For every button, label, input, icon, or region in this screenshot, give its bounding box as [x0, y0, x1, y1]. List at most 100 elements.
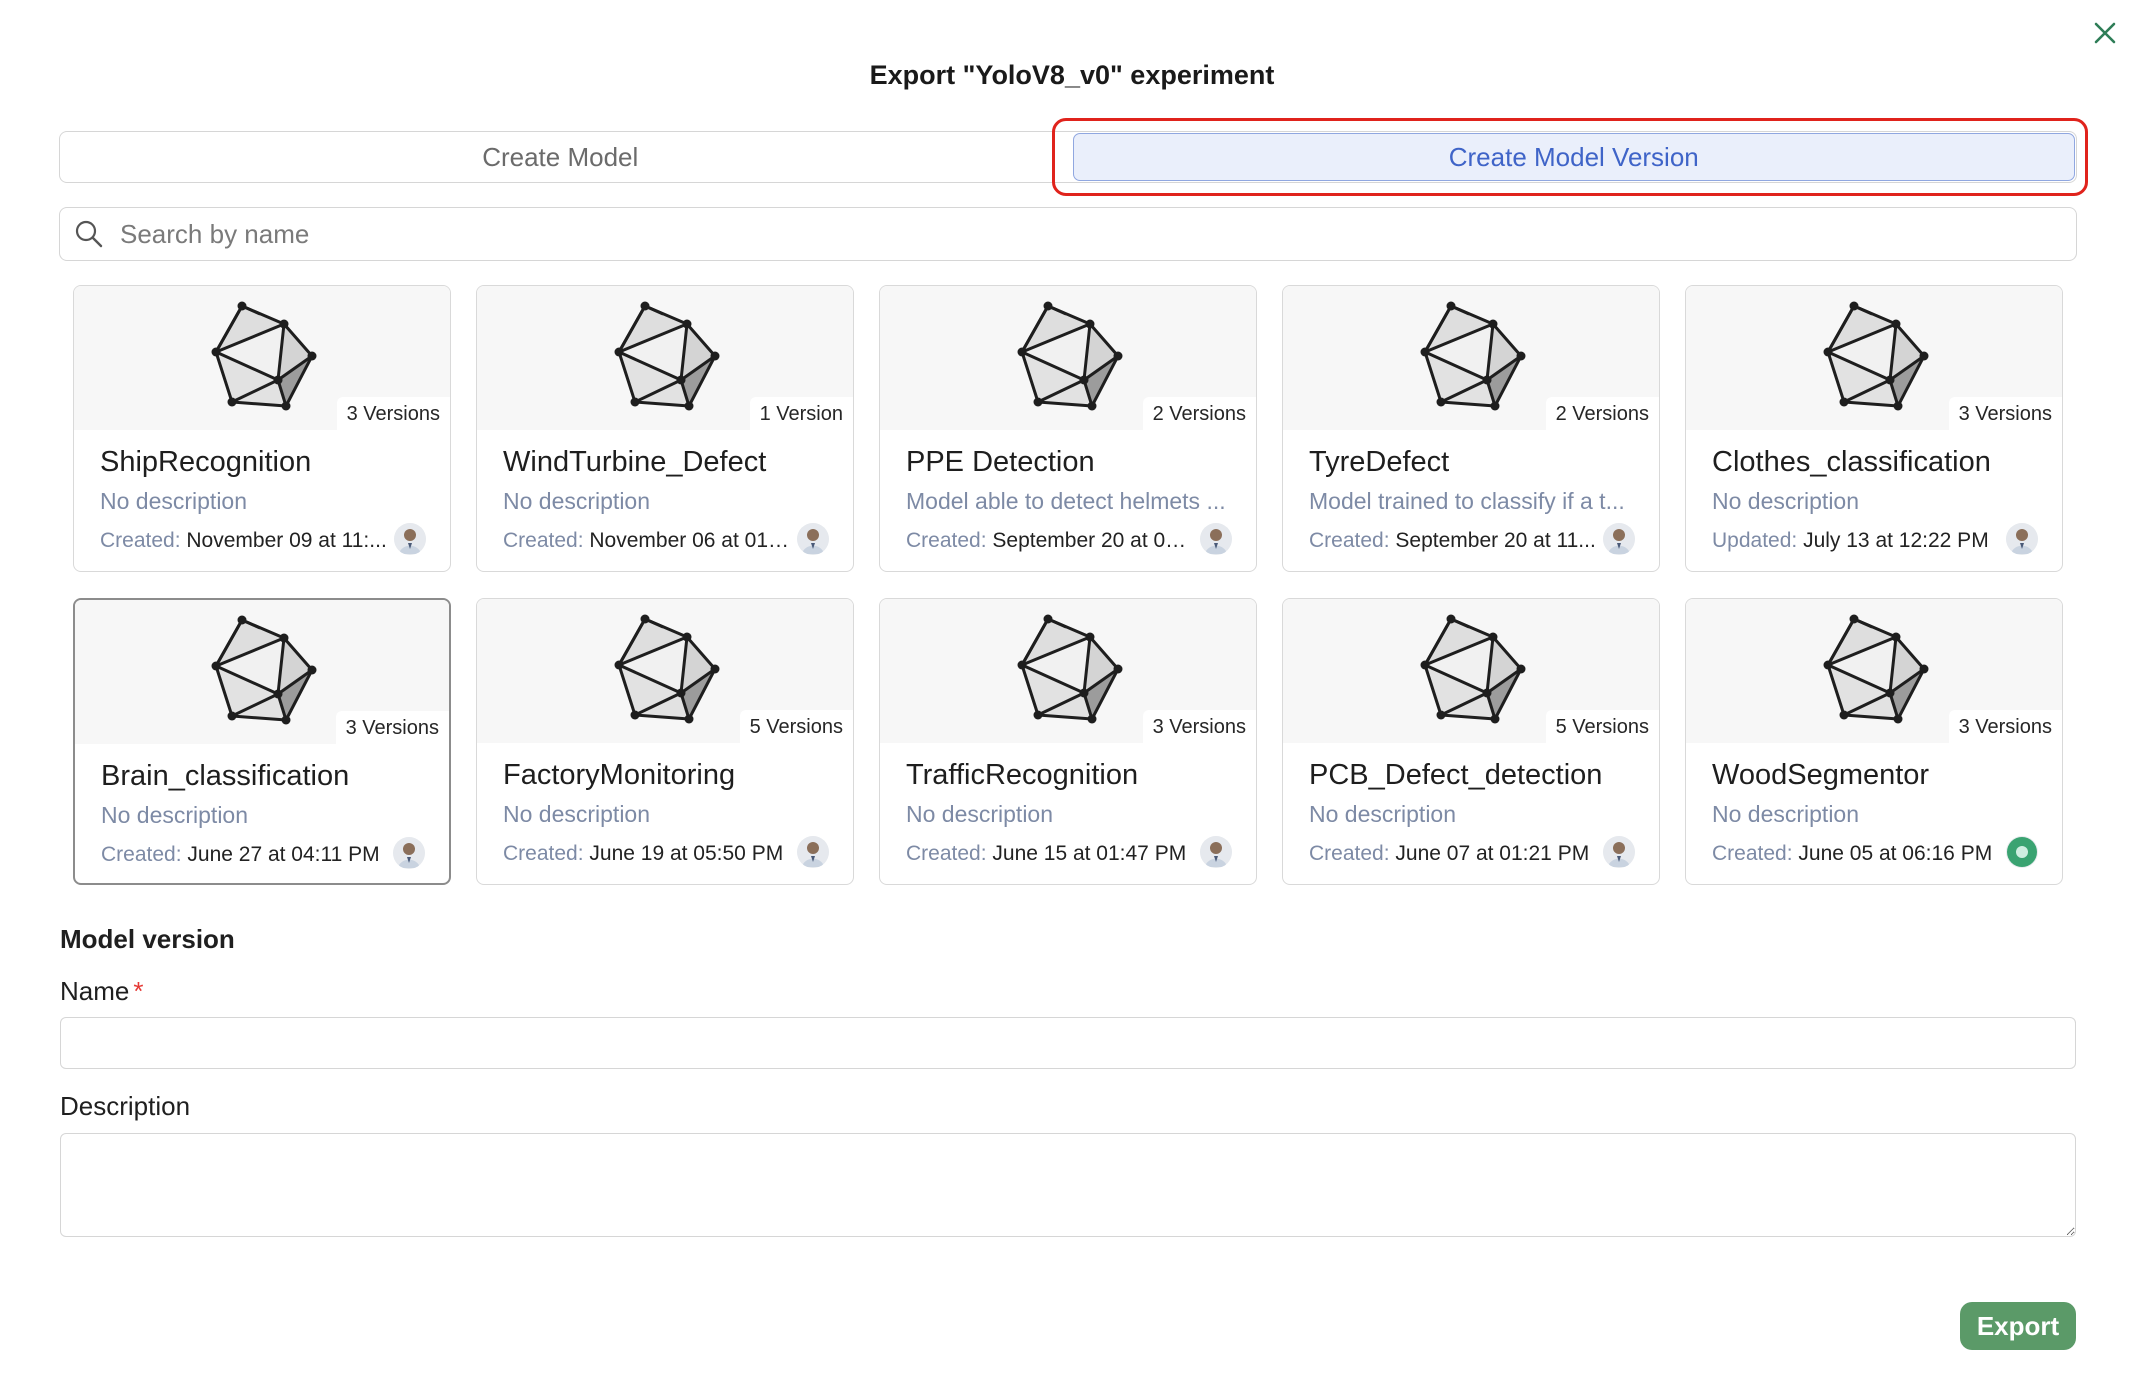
version-count-badge: 2 Versions: [1545, 397, 1659, 430]
model-date: Created: September 20 at 11...: [1309, 529, 1596, 553]
model-polyhedron-icon: [211, 615, 317, 725]
user-avatar-icon: [1603, 836, 1635, 868]
card-thumbnail: 3 Versions: [74, 286, 450, 430]
date-prefix: Created:: [100, 529, 181, 552]
close-button[interactable]: [2090, 18, 2120, 48]
model-date: Created: June 05 at 06:16 PM: [1712, 842, 1992, 866]
model-date: Created: November 09 at 11:...: [100, 529, 387, 553]
card-thumbnail: 3 Versions: [1686, 599, 2062, 743]
model-polyhedron-icon: [1420, 301, 1526, 411]
date-prefix: Created:: [1309, 842, 1390, 865]
model-description: No description: [1712, 488, 1860, 514]
date-value: June 07 at 01:21 PM: [1395, 842, 1590, 865]
model-card[interactable]: 3 Versions Clothes_classification No des…: [1685, 285, 2063, 572]
date-prefix: Created:: [1712, 842, 1793, 865]
model-date: Created: June 15 at 01:47 PM: [906, 842, 1186, 866]
model-description: Model trained to classify if a t...: [1309, 488, 1625, 514]
model-polyhedron-icon: [614, 301, 720, 411]
model-description: No description: [503, 488, 651, 514]
name-label-text: Name: [60, 976, 130, 1006]
version-count-badge: 3 Versions: [1142, 710, 1256, 743]
model-description: No description: [1309, 801, 1457, 827]
model-description: Model able to detect helmets ...: [906, 488, 1226, 514]
model-card[interactable]: 5 Versions PCB_Defect_detection No descr…: [1282, 598, 1660, 885]
user-avatar-icon: [1603, 523, 1635, 555]
date-value: September 20 at 02...: [992, 529, 1194, 552]
tab-create-model[interactable]: Create Model: [60, 132, 1061, 182]
model-name: PCB_Defect_detection: [1309, 759, 1603, 791]
card-thumbnail: 1 Version: [477, 286, 853, 430]
date-value: November 09 at 11:...: [186, 529, 387, 552]
date-value: July 13 at 12:22 PM: [1803, 529, 1989, 552]
model-name: WoodSegmentor: [1712, 759, 1930, 791]
model-polyhedron-icon: [1823, 614, 1929, 724]
date-prefix: Created:: [906, 529, 987, 552]
model-name: TyreDefect: [1309, 446, 1450, 478]
model-card[interactable]: 3 Versions TrafficRecognition No descrip…: [879, 598, 1257, 885]
model-description: No description: [906, 801, 1054, 827]
description-field[interactable]: [60, 1133, 2076, 1237]
date-prefix: Created:: [503, 842, 584, 865]
version-count-badge: 3 Versions: [335, 711, 449, 744]
user-avatar-icon: [1200, 836, 1232, 868]
model-polyhedron-icon: [1017, 301, 1123, 411]
date-prefix: Created:: [503, 529, 584, 552]
user-avatar-icon: [393, 837, 425, 869]
name-field[interactable]: [60, 1017, 2076, 1069]
version-count-badge: 5 Versions: [1545, 710, 1659, 743]
search-input[interactable]: [118, 217, 2076, 251]
date-prefix: Created:: [101, 843, 182, 866]
date-prefix: Created:: [1309, 529, 1390, 552]
dialog-title: Export "YoloV8_v0" experiment: [869, 60, 1275, 90]
date-value: June 27 at 04:11 PM: [187, 843, 380, 866]
model-name: FactoryMonitoring: [503, 759, 736, 791]
tab-create-model-version[interactable]: Create Model Version: [1072, 133, 2075, 181]
version-count-badge: 3 Versions: [1948, 710, 2062, 743]
model-polyhedron-icon: [1420, 614, 1526, 724]
date-value: June 19 at 05:50 PM: [589, 842, 784, 865]
model-card[interactable]: 2 Versions TyreDefect Model trained to c…: [1282, 285, 1660, 572]
version-count-badge: 2 Versions: [1142, 397, 1256, 430]
date-value: September 20 at 11...: [1395, 529, 1596, 552]
green-avatar-icon: [2006, 836, 2038, 868]
date-prefix: Created:: [906, 842, 987, 865]
model-name: Clothes_classification: [1712, 446, 1991, 478]
model-card[interactable]: 5 Versions FactoryMonitoring No descript…: [476, 598, 854, 885]
model-date: Created: June 07 at 01:21 PM: [1309, 842, 1589, 866]
model-name: WindTurbine_Defect: [503, 446, 767, 478]
card-thumbnail: 5 Versions: [477, 599, 853, 743]
version-count-badge: 3 Versions: [1948, 397, 2062, 430]
card-thumbnail: 2 Versions: [1283, 286, 1659, 430]
search-box: [59, 207, 2077, 261]
date-prefix: Updated:: [1712, 529, 1798, 552]
date-value: June 15 at 01:47 PM: [992, 842, 1187, 865]
model-card[interactable]: 2 Versions PPE Detection Model able to d…: [879, 285, 1257, 572]
model-card[interactable]: 3 Versions Brain_classification No descr…: [73, 598, 451, 885]
section-title-model-version: Model version: [60, 924, 235, 954]
description-label: Description: [60, 1091, 191, 1121]
user-avatar-icon: [797, 523, 829, 555]
model-name: Brain_classification: [101, 760, 350, 792]
model-polyhedron-icon: [211, 301, 317, 411]
user-avatar-icon: [394, 523, 426, 555]
model-name: ShipRecognition: [100, 446, 312, 478]
export-button[interactable]: Export: [1960, 1302, 2076, 1350]
model-card[interactable]: 1 Version WindTurbine_Defect No descript…: [476, 285, 854, 572]
model-polyhedron-icon: [1017, 614, 1123, 724]
model-description: No description: [101, 802, 249, 828]
model-date: Created: September 20 at 02...: [906, 529, 1194, 553]
model-card[interactable]: 3 Versions WoodSegmentor No description …: [1685, 598, 2063, 885]
model-date: Created: June 27 at 04:11 PM: [101, 843, 380, 867]
name-label: Name *: [60, 976, 143, 1007]
card-thumbnail: 3 Versions: [1686, 286, 2062, 430]
version-count-badge: 5 Versions: [739, 710, 853, 743]
model-name: TrafficRecognition: [906, 759, 1139, 791]
model-grid: 3 Versions ShipRecognition No descriptio…: [73, 285, 2063, 885]
model-card[interactable]: 3 Versions ShipRecognition No descriptio…: [73, 285, 451, 572]
model-polyhedron-icon: [1823, 301, 1929, 411]
date-value: November 06 at 01:...: [589, 529, 791, 552]
card-thumbnail: 5 Versions: [1283, 599, 1659, 743]
model-description: No description: [100, 488, 248, 514]
close-icon: [2094, 22, 2116, 44]
user-avatar-icon: [1200, 523, 1232, 555]
